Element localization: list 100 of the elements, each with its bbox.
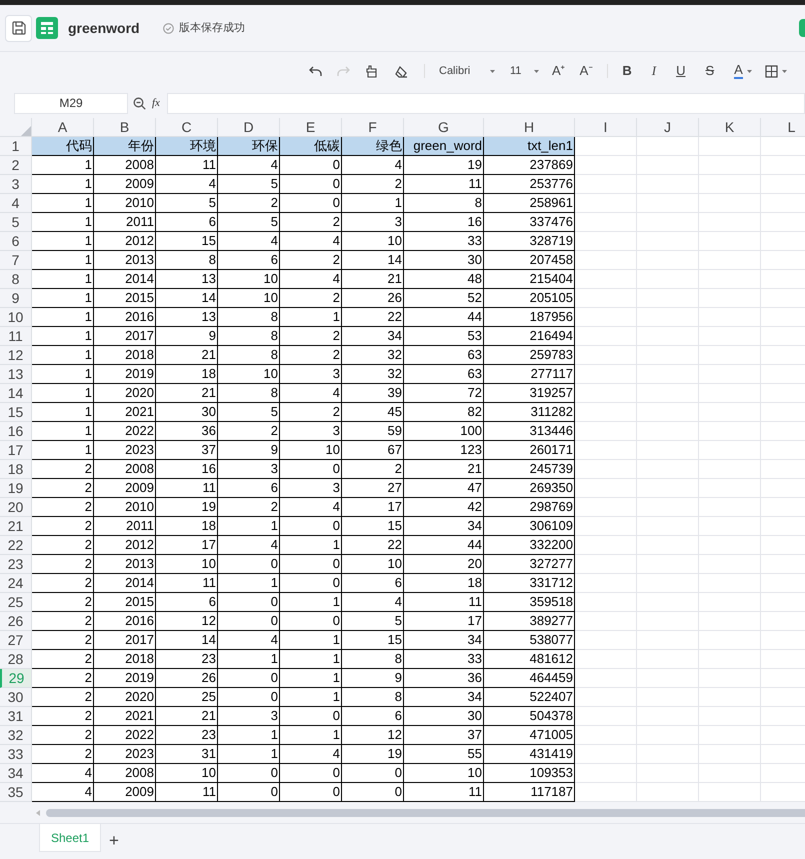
empty-cell[interactable] xyxy=(637,270,699,289)
row-header[interactable]: 32 xyxy=(0,726,32,745)
empty-cell[interactable] xyxy=(699,270,761,289)
empty-cell[interactable] xyxy=(699,327,761,346)
italic-button[interactable]: I xyxy=(652,61,656,81)
row-header[interactable]: 17 xyxy=(0,441,32,460)
empty-cell[interactable] xyxy=(637,745,699,764)
borders-icon[interactable] xyxy=(764,64,778,78)
decrease-font-button[interactable]: A⁻ xyxy=(580,61,592,81)
bold-button[interactable]: B xyxy=(622,61,632,81)
row-header[interactable]: 35 xyxy=(0,783,32,802)
row-header[interactable]: 11 xyxy=(0,327,32,346)
empty-cell[interactable] xyxy=(637,194,699,213)
row-header[interactable]: 23 xyxy=(0,555,32,574)
empty-cell[interactable] xyxy=(637,346,699,365)
font-size-dropdown[interactable]: 11 xyxy=(510,62,534,80)
row-header[interactable]: 25 xyxy=(0,593,32,612)
empty-cell[interactable] xyxy=(699,631,761,650)
row-header[interactable]: 21 xyxy=(0,517,32,536)
empty-cell[interactable] xyxy=(637,403,699,422)
empty-cell[interactable] xyxy=(699,669,761,688)
row-header[interactable]: 14 xyxy=(0,384,32,403)
row-header[interactable]: 22 xyxy=(0,536,32,555)
empty-cell[interactable] xyxy=(637,156,699,175)
empty-cell[interactable] xyxy=(637,650,699,669)
scroll-left-icon[interactable] xyxy=(36,810,41,816)
strikethrough-button[interactable]: S xyxy=(705,61,714,81)
empty-cell[interactable] xyxy=(637,498,699,517)
row-header[interactable]: 27 xyxy=(0,631,32,650)
empty-cell[interactable] xyxy=(699,555,761,574)
empty-cell[interactable] xyxy=(699,213,761,232)
empty-cell[interactable] xyxy=(699,175,761,194)
empty-cell[interactable] xyxy=(637,479,699,498)
row-header[interactable]: 24 xyxy=(0,574,32,593)
row-header[interactable]: 1 xyxy=(0,137,32,156)
formula-input[interactable] xyxy=(166,92,805,114)
empty-cell[interactable] xyxy=(637,612,699,631)
empty-cell[interactable] xyxy=(637,460,699,479)
row-header[interactable]: 6 xyxy=(0,232,32,251)
empty-cell[interactable] xyxy=(637,308,699,327)
underline-button[interactable]: U xyxy=(676,61,686,81)
empty-cell[interactable] xyxy=(637,441,699,460)
row-header[interactable]: 33 xyxy=(0,745,32,764)
empty-cell[interactable] xyxy=(637,175,699,194)
empty-cell[interactable] xyxy=(699,650,761,669)
row-header[interactable]: 10 xyxy=(0,308,32,327)
empty-cell[interactable] xyxy=(699,498,761,517)
add-sheet-button[interactable]: + xyxy=(109,828,119,854)
empty-cell[interactable] xyxy=(699,745,761,764)
eraser-icon[interactable] xyxy=(395,64,408,78)
row-header[interactable]: 9 xyxy=(0,289,32,308)
row-header[interactable]: 15 xyxy=(0,403,32,422)
empty-cell[interactable] xyxy=(637,688,699,707)
row-header[interactable]: 12 xyxy=(0,346,32,365)
empty-cell[interactable] xyxy=(637,422,699,441)
row-header[interactable]: 19 xyxy=(0,479,32,498)
empty-cell[interactable] xyxy=(699,251,761,270)
row-header[interactable]: 26 xyxy=(0,612,32,631)
empty-cell[interactable] xyxy=(699,517,761,536)
empty-cell[interactable] xyxy=(699,232,761,251)
row-header[interactable]: 13 xyxy=(0,365,32,384)
empty-cell[interactable] xyxy=(699,764,761,783)
row-header[interactable]: 34 xyxy=(0,764,32,783)
row-header[interactable]: 4 xyxy=(0,194,32,213)
empty-cell[interactable] xyxy=(637,213,699,232)
empty-cell[interactable] xyxy=(699,688,761,707)
font-color-button[interactable]: A xyxy=(734,63,743,79)
row-header[interactable]: 8 xyxy=(0,270,32,289)
row-header[interactable]: 31 xyxy=(0,707,32,726)
row-header[interactable]: 28 xyxy=(0,650,32,669)
empty-cell[interactable] xyxy=(637,593,699,612)
row-header[interactable]: 7 xyxy=(0,251,32,270)
row-header[interactable]: 16 xyxy=(0,422,32,441)
empty-cell[interactable] xyxy=(637,764,699,783)
empty-cell[interactable] xyxy=(637,289,699,308)
row-header[interactable]: 5 xyxy=(0,213,32,232)
save-button[interactable] xyxy=(5,14,32,42)
empty-cell[interactable] xyxy=(637,137,699,156)
empty-cell[interactable] xyxy=(699,612,761,631)
undo-icon[interactable] xyxy=(309,64,322,78)
empty-cell[interactable] xyxy=(637,631,699,650)
column-header[interactable]: I xyxy=(575,118,637,137)
empty-cell[interactable] xyxy=(699,346,761,365)
empty-cell[interactable] xyxy=(699,308,761,327)
empty-cell[interactable] xyxy=(699,365,761,384)
empty-cell[interactable] xyxy=(699,460,761,479)
name-box[interactable]: M29 xyxy=(14,92,128,114)
column-header[interactable]: J xyxy=(637,118,699,137)
format-painter-icon[interactable] xyxy=(366,64,379,78)
column-header[interactable]: L xyxy=(761,118,805,137)
empty-cell[interactable] xyxy=(699,156,761,175)
empty-cell[interactable] xyxy=(637,726,699,745)
zoom-search-icon[interactable] xyxy=(133,96,146,110)
empty-cell[interactable] xyxy=(699,536,761,555)
empty-cell[interactable] xyxy=(637,536,699,555)
empty-cell[interactable] xyxy=(699,593,761,612)
function-label[interactable]: fx xyxy=(152,94,160,112)
empty-cell[interactable] xyxy=(699,137,761,156)
empty-cell[interactable] xyxy=(637,517,699,536)
empty-cell[interactable] xyxy=(637,365,699,384)
